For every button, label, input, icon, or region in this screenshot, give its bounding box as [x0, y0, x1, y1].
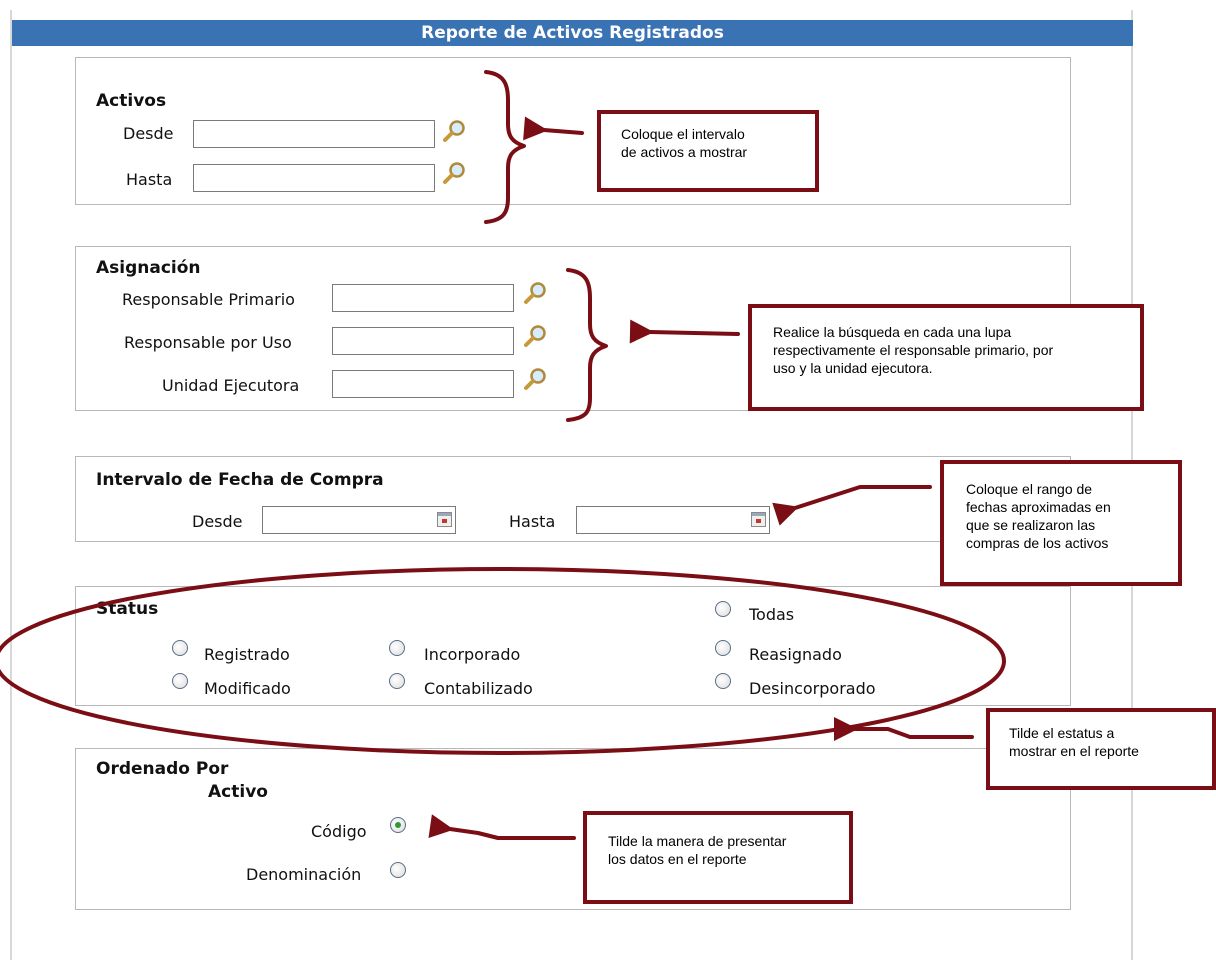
note-status-line2: mostrar en el reporte [1009, 743, 1139, 759]
fecha-hasta-label: Hasta [509, 512, 556, 531]
activos-hasta-label: Hasta [126, 170, 173, 189]
activos-heading: Activos [96, 91, 167, 111]
note-orden-line2: los datos en el reporte [608, 851, 747, 867]
note-asignacion-line1: Realice la búsqueda en cada una lupa [773, 324, 1012, 340]
radio-todas-label[interactable]: Todas [749, 605, 794, 624]
note-asignacion-line2: respectivamente el responsable primario,… [773, 342, 1054, 358]
radio-incorporado[interactable] [389, 640, 405, 656]
orden-denominacion-label[interactable]: Denominación [246, 865, 361, 884]
note-activos-line2: de activos a mostrar [621, 144, 748, 160]
search-icon[interactable] [522, 323, 548, 353]
note-fechas-line3: que se realizaron las [966, 517, 1096, 533]
fecha-desde-input[interactable] [262, 506, 456, 534]
radio-reasignado[interactable] [715, 640, 731, 656]
note-asignacion-line3: uso y la unidad ejecutora. [773, 360, 933, 376]
asignacion-heading: Asignación [96, 258, 201, 278]
activos-desde-label: Desde [123, 124, 174, 143]
note-activos-line1: Coloque el intervalo [621, 126, 745, 142]
responsable-primario-input[interactable] [332, 284, 514, 312]
unidad-ejecutora-input[interactable] [332, 370, 514, 398]
fecha-compra-heading: Intervalo de Fecha de Compra [96, 470, 384, 490]
status-heading: Status [96, 599, 159, 619]
activos-hasta-input[interactable] [193, 164, 435, 192]
radio-desincorporado-label[interactable]: Desincorporado [749, 679, 876, 698]
radio-todas[interactable] [715, 601, 731, 617]
search-icon[interactable] [441, 118, 467, 148]
ordenado-subheading: Activo [208, 782, 268, 802]
note-status: Tilde el estatus a mostrar en el reporte [986, 708, 1216, 790]
note-fechas: Coloque el rango de fechas aproximadas e… [940, 460, 1182, 586]
responsable-uso-input[interactable] [332, 327, 514, 355]
note-fechas-line2: fechas aproximadas en [966, 499, 1111, 515]
calendar-icon[interactable] [751, 512, 766, 527]
fecha-desde-label: Desde [192, 512, 243, 531]
note-orden-line1: Tilde la manera de presentar [608, 833, 787, 849]
responsable-uso-label: Responsable por Uso [124, 333, 292, 352]
responsable-primario-label: Responsable Primario [122, 290, 295, 309]
search-icon[interactable] [441, 160, 467, 190]
calendar-icon[interactable] [437, 512, 452, 527]
radio-modificado[interactable] [172, 673, 188, 689]
activos-desde-input[interactable] [193, 120, 435, 148]
orden-codigo-label[interactable]: Código [311, 822, 367, 841]
radio-registrado[interactable] [172, 640, 188, 656]
unidad-ejecutora-label: Unidad Ejecutora [162, 376, 300, 395]
note-activos: Coloque el intervalo de activos a mostra… [597, 110, 819, 192]
search-icon[interactable] [522, 366, 548, 396]
radio-orden-denominacion[interactable] [390, 862, 406, 878]
note-orden: Tilde la manera de presentar los datos e… [583, 811, 853, 904]
fecha-hasta-input[interactable] [576, 506, 770, 534]
note-fechas-line1: Coloque el rango de [966, 481, 1093, 497]
radio-desincorporado[interactable] [715, 673, 731, 689]
radio-incorporado-label[interactable]: Incorporado [424, 645, 520, 664]
radio-contabilizado-label[interactable]: Contabilizado [424, 679, 533, 698]
note-fechas-line4: compras de los activos [966, 535, 1109, 551]
radio-reasignado-label[interactable]: Reasignado [749, 645, 842, 664]
ordenado-heading: Ordenado Por [96, 759, 229, 779]
radio-contabilizado[interactable] [389, 673, 405, 689]
search-icon[interactable] [522, 280, 548, 310]
radio-orden-codigo[interactable] [390, 817, 406, 833]
radio-registrado-label[interactable]: Registrado [204, 645, 290, 664]
radio-modificado-label[interactable]: Modificado [204, 679, 291, 698]
note-status-line1: Tilde el estatus a [1009, 725, 1115, 741]
note-asignacion: Realice la búsqueda en cada una lupa res… [748, 304, 1144, 411]
page-title: Reporte de Activos Registrados [12, 20, 1133, 46]
